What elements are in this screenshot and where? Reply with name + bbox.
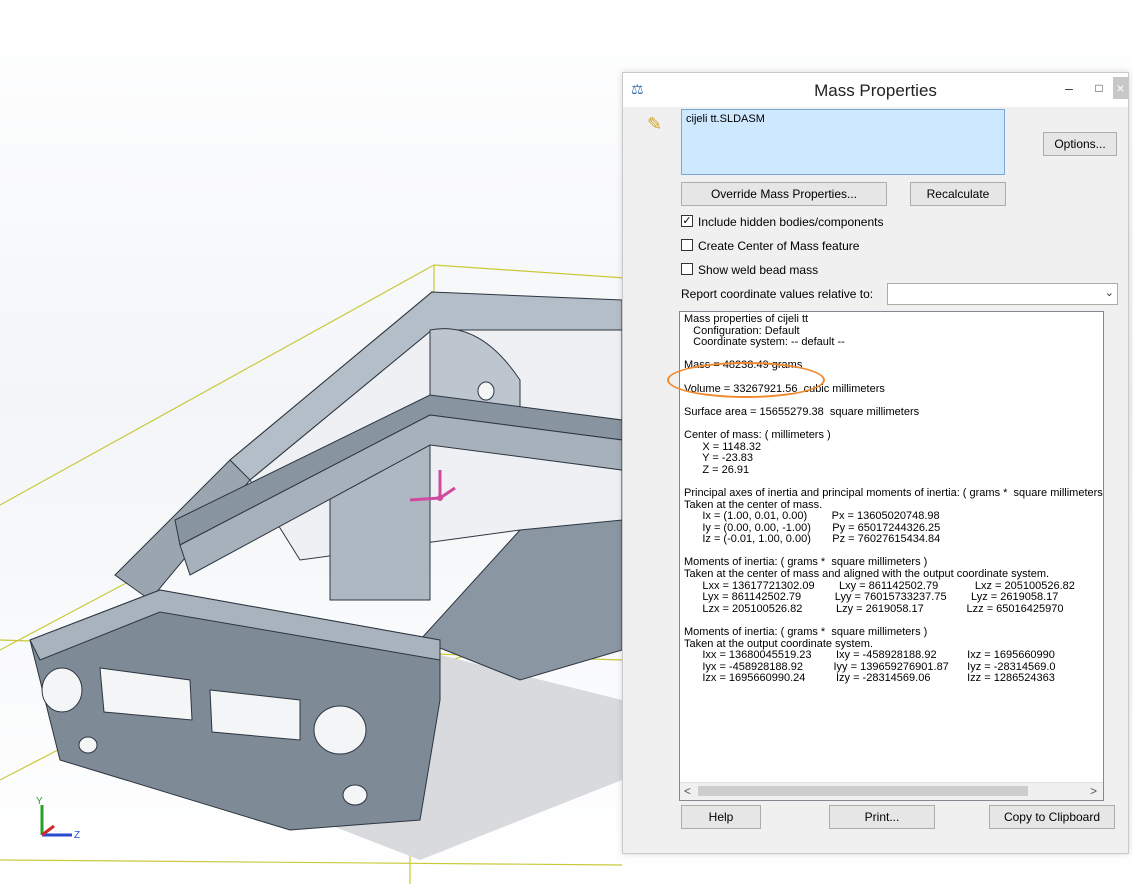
car-body [29,290,623,860]
results-header: Mass properties of cijeli tt [684,314,809,325]
coordinate-system-dropdown[interactable]: ⌄ [887,283,1118,305]
mass-properties-dialog: ⚖ Mass Properties – □ × ✎ cijeli tt.SLDA… [622,72,1129,854]
moi-output-header: Moments of inertia: ( grams * square mil… [684,626,928,639]
center-of-mass-header: Center of mass: ( millimeters ) [684,428,831,441]
principal-axes-header: Principal axes of inertia and principal … [684,486,1104,499]
surface-area-line: Surface area = 15655279.38 square millim… [684,405,920,418]
selected-components-list[interactable]: cijeli tt.SLDASM [681,109,1005,175]
chevron-down-icon[interactable]: ⌄ [1105,286,1114,299]
scroll-right-icon[interactable]: > [1090,784,1097,798]
com-z-line: Z = 26.91 [684,463,750,476]
triad-y-label: Y [36,796,43,807]
minimize-button[interactable]: – [1055,77,1083,99]
scroll-thumb[interactable] [698,786,1028,796]
recalculate-button[interactable]: Recalculate [910,182,1006,206]
create-com-label: Create Center of Mass feature [698,239,860,253]
title-bar[interactable]: ⚖ Mass Properties – □ × [623,73,1128,107]
options-button[interactable]: Options... [1043,132,1117,156]
horizontal-scrollbar[interactable]: < > [680,782,1103,800]
weld-bead-label: Show weld bead mass [698,263,819,277]
print-button[interactable]: Print... [829,805,935,829]
izx-line: Izx = 1695660990.24 Izy = -28314569.06 I… [684,672,1055,685]
reference-triad: Y Z [36,796,80,841]
moi-com-taken-line: Taken at the center of mass and aligned … [684,568,1050,581]
mass-highlight-ellipse [667,362,825,398]
copy-to-clipboard-button[interactable]: Copy to Clipboard [989,805,1115,829]
help-button[interactable]: Help [681,805,761,829]
ix-line: Ix = (1.00, 0.01, 0.00) Px = 13605020748… [684,510,940,523]
report-coordinate-label: Report coordinate values relative to: [681,287,874,301]
assembly-icon: ✎ [647,114,663,134]
com-y-line: Y = -23.83 [684,452,754,465]
scroll-left-icon[interactable]: < [684,784,691,798]
weld-bead-checkbox[interactable] [681,263,693,275]
lzx-line: Lzx = 205100526.82 Lzy = 2619058.17 Lzz … [684,602,1064,615]
include-hidden-checkbox[interactable]: ✓ [681,215,693,227]
create-com-checkbox[interactable] [681,239,693,251]
override-mass-properties-button[interactable]: Override Mass Properties... [681,182,887,206]
coordinate-system-line: Coordinate system: -- default -- [684,336,845,349]
selected-component[interactable]: cijeli tt.SLDASM [686,113,765,125]
close-button[interactable]: × [1113,77,1128,99]
triad-z-label: Z [74,830,80,841]
include-hidden-label: Include hidden bodies/components [698,215,884,229]
dialog-title: Mass Properties [814,81,937,100]
maximize-button[interactable]: □ [1085,77,1113,99]
iz-line: Iz = (-0.01, 1.00, 0.00) Pz = 7602761543… [684,533,941,546]
